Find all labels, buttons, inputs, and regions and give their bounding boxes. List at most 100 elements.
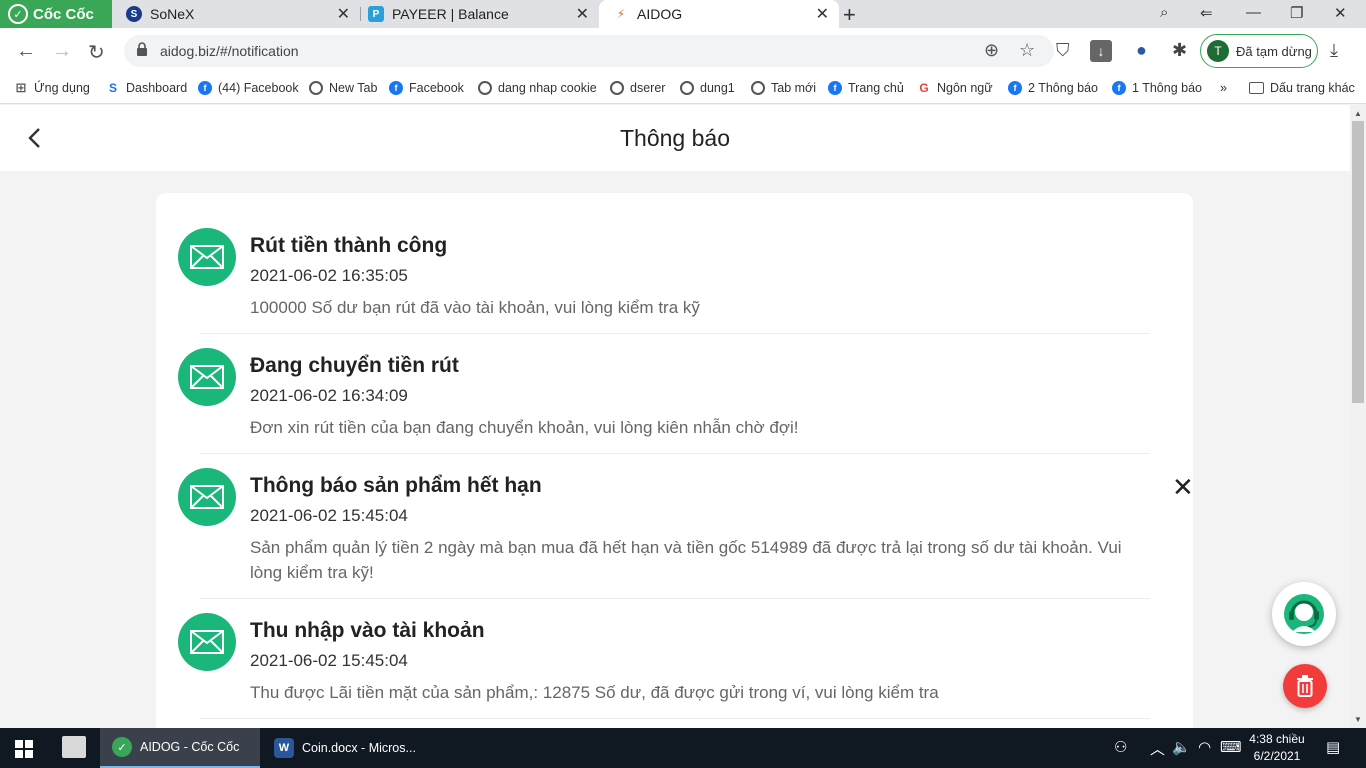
people-icon[interactable]: ⚇	[1114, 738, 1127, 756]
downloads-icon[interactable]: ⤓	[1330, 40, 1338, 61]
bookmark-label: 1 Thông báo	[1132, 81, 1202, 95]
page-scrollbar[interactable]: ▲ ▼	[1350, 105, 1366, 728]
keyboard-icon[interactable]: ⌨	[1220, 738, 1242, 756]
minimize-icon[interactable]: —	[1246, 4, 1261, 21]
customer-support-button[interactable]	[1272, 582, 1336, 646]
tab-payeer[interactable]: P PAYEER | Balance ✕	[354, 0, 599, 28]
star-icon[interactable]: ☆	[1019, 40, 1035, 61]
bookmark-label: dung1	[700, 81, 735, 95]
browser-logo[interactable]: ✓ Cốc Cốc	[0, 0, 112, 28]
envelope-icon	[178, 348, 236, 406]
envelope-icon	[178, 613, 236, 671]
headset-icon	[1284, 594, 1324, 634]
search-tabs-icon[interactable]: ⌕	[1160, 4, 1168, 21]
bookmark-dashboard[interactable]: S Dashboard	[106, 81, 187, 95]
divider	[200, 598, 1150, 599]
bookmark-label: (44) Facebook	[218, 81, 299, 95]
tab-sonex[interactable]: S SoNeX ✕	[112, 0, 360, 28]
back-arrow-icon[interactable]: ⇐	[1200, 4, 1213, 22]
globe-icon	[751, 81, 765, 95]
scrollbar-thumb[interactable]	[1352, 121, 1364, 403]
close-tab-icon[interactable]: ✕	[816, 4, 829, 24]
notification-card: Rút tiền thành công 2021-06-02 16:35:05 …	[156, 193, 1194, 728]
sonex-favicon-icon: S	[126, 6, 142, 22]
download-icon[interactable]: ↓	[1090, 40, 1112, 62]
back-icon[interactable]: ←	[16, 40, 36, 63]
close-window-icon[interactable]: ✕	[1334, 4, 1347, 22]
bookmark-label: Trang chủ	[848, 81, 904, 95]
trash-icon	[1297, 675, 1313, 697]
facebook-icon: f	[1112, 81, 1126, 95]
extension-icon[interactable]: ●	[1136, 40, 1147, 61]
coccoc-icon: ✓	[112, 737, 132, 757]
notification-area: Rút tiền thành công 2021-06-02 16:35:05 …	[0, 171, 1350, 728]
tab-aidog[interactable]: ⚡ AIDOG ✕	[599, 0, 839, 28]
clock-date: 6/2/2021	[1253, 749, 1301, 763]
bookmark-1-thong-bao[interactable]: f 1 Thông báo	[1112, 81, 1202, 95]
bookmark-label: Ngôn ngữ	[937, 81, 993, 95]
bookmark-other[interactable]: Dấu trang khác	[1249, 81, 1355, 95]
bookmark-facebook-44[interactable]: f (44) Facebook	[198, 81, 299, 95]
bookmark-trang-chu[interactable]: f Trang chủ	[828, 81, 904, 95]
windows-taskbar: ✓ AIDOG - Cốc Cốc W Coin.docx - Micros..…	[0, 728, 1366, 768]
task-label: Coin.docx - Micros...	[302, 741, 416, 755]
payeer-favicon-icon: P	[368, 6, 384, 22]
bookmark-dserer[interactable]: dserer	[610, 81, 665, 95]
app-store-icon[interactable]	[62, 736, 86, 758]
wifi-icon[interactable]: ◠	[1198, 738, 1211, 756]
close-icon[interactable]: ✕	[1172, 472, 1194, 503]
bookmark-label: Facebook	[409, 81, 464, 95]
puzzle-icon[interactable]: ✱	[1172, 40, 1187, 61]
divider	[200, 453, 1150, 454]
address-bar[interactable]: aidog.biz/#/notification ⊕ ☆ ⛉ ↓	[124, 35, 1112, 67]
scroll-down-icon[interactable]: ▼	[1354, 715, 1362, 724]
bookmark-dang-nhap-cookie[interactable]: dang nhap cookie	[478, 81, 597, 95]
taskbar-item-coccoc[interactable]: ✓ AIDOG - Cốc Cốc	[100, 728, 260, 768]
bookmark-label: dang nhap cookie	[498, 81, 597, 95]
page-title: Thông báo	[620, 125, 730, 151]
notification-time: 2021-06-02 16:34:09	[250, 386, 408, 405]
bookmark-ngon-ngu[interactable]: G Ngôn ngữ	[917, 81, 993, 95]
taskbar-item-word[interactable]: W Coin.docx - Micros...	[262, 728, 422, 768]
bookmark-2-thong-bao[interactable]: f 2 Thông báo	[1008, 81, 1098, 95]
bookmarks-overflow[interactable]: »	[1220, 81, 1227, 95]
add-icon[interactable]: ⊕	[984, 40, 999, 61]
tab-title: AIDOG	[637, 6, 683, 22]
restore-icon[interactable]: ❐	[1290, 4, 1303, 22]
bookmark-new-tab[interactable]: New Tab	[309, 81, 377, 95]
apps-grid-icon: ⊞	[15, 80, 27, 95]
envelope-icon	[178, 468, 236, 526]
windows-start-icon[interactable]	[15, 740, 33, 758]
notification-message: Thu được Lãi tiền mặt của sản phẩm,: 128…	[250, 683, 939, 702]
scroll-up-icon[interactable]: ▲	[1354, 109, 1362, 118]
close-tab-icon[interactable]: ✕	[337, 4, 350, 24]
tab-title: SoNeX	[150, 6, 195, 22]
shield-icon[interactable]: ⛉	[1056, 40, 1070, 61]
notifications-icon[interactable]: ▤	[1326, 738, 1340, 756]
chevron-up-icon[interactable]: ︿	[1150, 738, 1165, 759]
task-label: AIDOG - Cốc Cốc	[140, 740, 240, 754]
divider	[200, 333, 1150, 334]
bookmark-dung1[interactable]: dung1	[680, 81, 735, 95]
volume-icon[interactable]: 🔈	[1172, 738, 1191, 756]
close-tab-icon[interactable]: ✕	[576, 4, 589, 24]
forward-icon[interactable]: →	[52, 40, 72, 63]
delete-all-button[interactable]	[1283, 664, 1327, 708]
lock-icon	[137, 42, 147, 56]
bookmark-apps[interactable]: ⊞ Ứng dụng	[14, 80, 90, 95]
notification-message: Đơn xin rút tiền của bạn đang chuyển kho…	[250, 418, 799, 437]
notification-title: Đang chuyển tiền rút	[250, 354, 459, 377]
bookmark-label: 2 Thông báo	[1028, 81, 1098, 95]
browser-toolbar: ← → ↻ aidog.biz/#/notification ⊕ ☆ ⛉ ↓ ●…	[0, 28, 1366, 74]
globe-icon	[309, 81, 323, 95]
bookmark-tab-moi[interactable]: Tab mới	[751, 81, 816, 95]
notification-time: 2021-06-02 16:35:05	[250, 266, 408, 285]
profile-button[interactable]: T Đã tạm dừng	[1200, 34, 1318, 68]
clock[interactable]: 4:38 chiều 6/2/2021	[1242, 731, 1312, 765]
facebook-icon: f	[1008, 81, 1022, 95]
bookmark-facebook[interactable]: f Facebook	[389, 81, 464, 95]
new-tab-icon[interactable]: +	[843, 2, 856, 28]
reload-icon[interactable]: ↻	[88, 40, 105, 65]
notification-title: Rút tiền thành công	[250, 234, 448, 257]
browser-brand: Cốc Cốc	[33, 5, 94, 23]
